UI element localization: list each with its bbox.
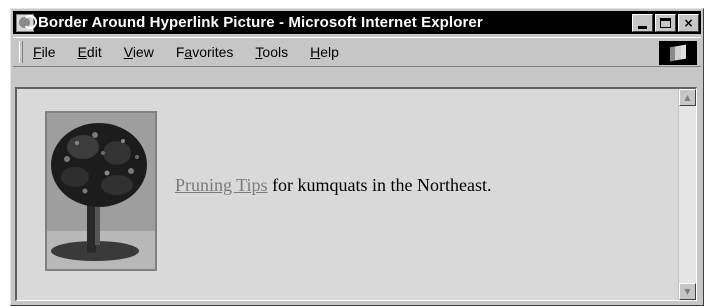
menu-favorites[interactable]: Favorites: [176, 44, 234, 60]
close-icon: ×: [683, 16, 694, 30]
tree-picture-link[interactable]: [45, 111, 157, 271]
menu-tools[interactable]: Tools: [255, 44, 288, 60]
minimize-icon: [638, 25, 647, 29]
window-title: Border Around Hyperlink Picture - Micros…: [38, 14, 483, 31]
minimize-button[interactable]: [632, 14, 653, 32]
browser-window: Border Around Hyperlink Picture - Micros…: [10, 8, 704, 306]
maximize-button[interactable]: [655, 14, 676, 32]
toolbar-grip-handle[interactable]: [19, 41, 23, 63]
scroll-down-button[interactable]: ▼: [679, 283, 696, 300]
page-content: Pruning Tips for kumquats in the Northea…: [15, 87, 697, 301]
menu-help[interactable]: Help: [310, 44, 339, 60]
scroll-up-button[interactable]: ▲: [679, 89, 696, 106]
sentence-text: for kumquats in the Northeast.: [267, 175, 492, 195]
arrow-down-icon: ▼: [684, 287, 691, 296]
windows-logo-throbber-icon: [659, 41, 697, 65]
title-bar[interactable]: Border Around Hyperlink Picture - Micros…: [13, 11, 701, 34]
menu-edit[interactable]: Edit: [78, 44, 102, 60]
internet-explorer-icon[interactable]: [16, 13, 37, 32]
pruning-tips-sentence: Pruning Tips for kumquats in the Northea…: [175, 175, 492, 196]
menu-view[interactable]: View: [124, 44, 154, 60]
menu-file[interactable]: File: [33, 44, 56, 60]
close-button[interactable]: ×: [678, 14, 699, 32]
menu-bar: File Edit View Favorites Tools Help: [13, 37, 701, 67]
arrow-up-icon: ▲: [684, 93, 691, 102]
pruning-tips-link[interactable]: Pruning Tips: [175, 175, 268, 195]
window-controls: ×: [632, 14, 699, 32]
vertical-scrollbar[interactable]: ▲ ▼: [678, 89, 696, 300]
maximize-icon: [660, 18, 671, 28]
tree-picture: [47, 113, 155, 269]
